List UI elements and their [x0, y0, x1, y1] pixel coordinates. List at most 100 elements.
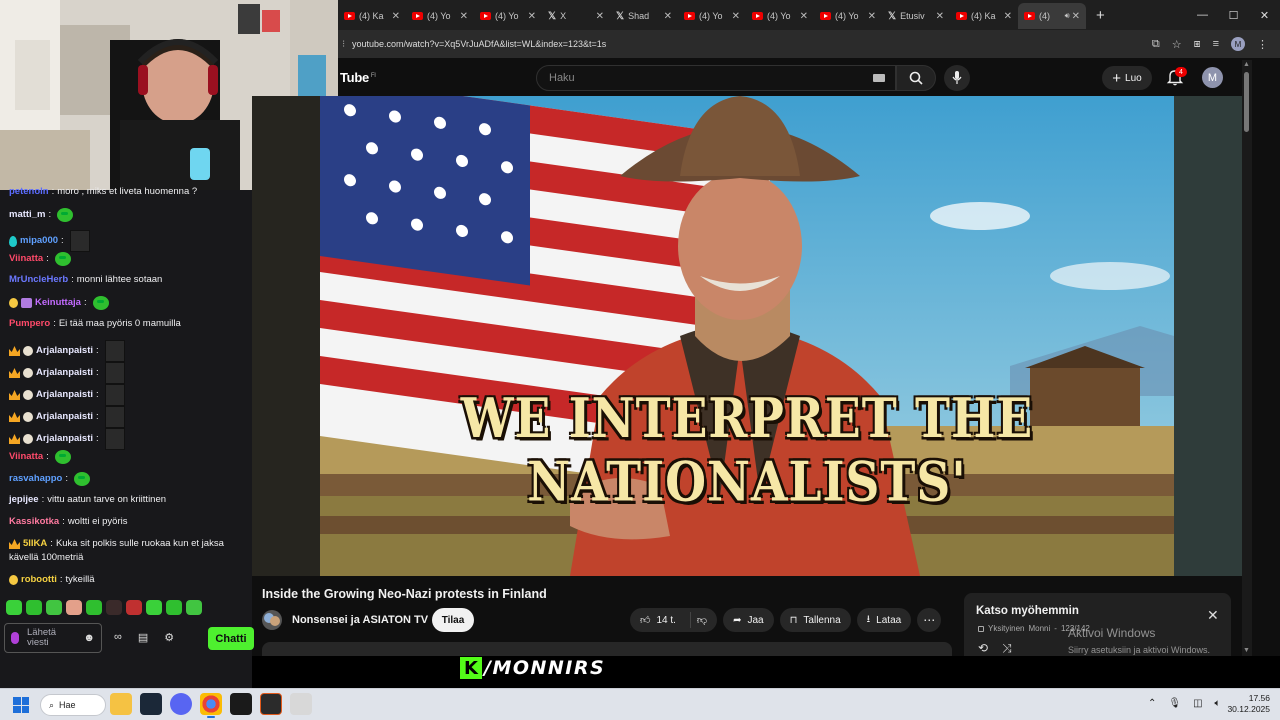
tab-audio-icon[interactable]: 🔊︎: [1065, 11, 1070, 21]
network-icon[interactable]: ◫: [1193, 698, 1202, 709]
browser-tab[interactable]: (4) Ka ✕: [950, 3, 1018, 29]
chat-username[interactable]: Viinatta: [9, 253, 43, 265]
browser-tab[interactable]: (4) Yo ✕: [474, 3, 542, 29]
profile-avatar[interactable]: M: [1231, 37, 1245, 51]
chat-username[interactable]: Arjalanpaisti: [36, 367, 93, 379]
search-button[interactable]: [896, 65, 936, 91]
account-avatar[interactable]: M: [1202, 67, 1223, 88]
emote-icon[interactable]: [126, 600, 142, 615]
scroll-down-icon[interactable]: ▼: [1243, 647, 1250, 654]
volume-icon[interactable]: 🔈︎: [1215, 698, 1221, 709]
close-icon[interactable]: ✕: [1207, 607, 1219, 624]
discord-icon[interactable]: [170, 693, 192, 715]
chat-username[interactable]: Kassikotka: [9, 516, 59, 528]
loop-icon[interactable]: ⟲: [978, 641, 988, 656]
chat-username[interactable]: 5IIKA: [23, 538, 47, 550]
site-info-icon[interactable]: ⁝: [342, 39, 352, 50]
browser-tab[interactable]: (4) Yo ✕: [746, 3, 814, 29]
keyboard-icon[interactable]: [873, 74, 885, 82]
microphone-tray-icon[interactable]: 🎙︎: [1168, 698, 1181, 709]
playlist-title[interactable]: Katso myöhemmin: [976, 605, 1079, 617]
emote-icon[interactable]: [146, 600, 162, 615]
url-field[interactable]: youtube.com/watch?v=Xq5VrJuADfA&list=WL&…: [352, 39, 1152, 49]
thumbs-down-icon[interactable]: 👎︎: [697, 614, 707, 626]
subscribe-button[interactable]: Tilaa: [432, 608, 474, 632]
search-input[interactable]: Haku: [536, 65, 896, 91]
chat-username[interactable]: Arjalanpaisti: [36, 345, 93, 357]
like-count[interactable]: 14 t.: [656, 615, 675, 626]
channel-name[interactable]: Nonsensei ja ASIATON TV: [292, 614, 428, 626]
rustlabs-icon[interactable]: [260, 693, 282, 715]
settings-gear-icon[interactable]: ⚙: [164, 631, 174, 644]
obs-icon[interactable]: [290, 693, 312, 715]
youtube-logo[interactable]: Tube FI: [340, 70, 376, 85]
capcut-icon[interactable]: [230, 693, 252, 715]
close-tab-icon[interactable]: ✕: [1072, 11, 1080, 22]
bookmark-star-icon[interactable]: ☆: [1172, 38, 1182, 51]
shuffle-icon[interactable]: ⤨: [1002, 641, 1012, 656]
browser-tab[interactable]: (4) Yo ✕: [814, 3, 882, 29]
chat-username[interactable]: Arjalanpaisti: [36, 411, 93, 423]
close-tab-icon[interactable]: ✕: [528, 11, 536, 22]
emote-icon[interactable]: [6, 600, 22, 615]
chat-username[interactable]: Arjalanpaisti: [36, 433, 93, 445]
steam-icon[interactable]: [140, 693, 162, 715]
browser-tab[interactable]: (4) 🔊︎ ✕: [1018, 3, 1086, 29]
emote-icon[interactable]: [46, 600, 62, 615]
browser-tab[interactable]: (4) Yo ✕: [678, 3, 746, 29]
scroll-up-icon[interactable]: ▲: [1243, 61, 1250, 68]
close-tab-icon[interactable]: ✕: [392, 11, 400, 22]
media-controls-icon[interactable]: ≡: [1213, 38, 1219, 50]
chat-username[interactable]: Arjalanpaisti: [36, 389, 93, 401]
browser-tab[interactable]: 𝕏 Etusiv ✕: [882, 3, 950, 29]
maximize-icon[interactable]: ☐: [1218, 9, 1249, 22]
file-explorer-icon[interactable]: [110, 693, 132, 715]
tray-chevron-icon[interactable]: ⌃: [1148, 698, 1156, 709]
close-tab-icon[interactable]: ✕: [732, 11, 740, 22]
windows-start-icon[interactable]: [13, 697, 29, 713]
chat-username[interactable]: robootti: [21, 574, 57, 586]
send-chat-button[interactable]: Chatti: [208, 627, 254, 650]
chat-username[interactable]: rasvahappo: [9, 473, 62, 485]
chat-username[interactable]: Viinatta: [9, 451, 43, 463]
chat-username[interactable]: MrUncleHerb: [9, 274, 68, 286]
extensions-icon[interactable]: ⧆: [1194, 38, 1201, 51]
chat-username[interactable]: mipa000: [20, 235, 58, 247]
browser-tab[interactable]: 𝕏 X ✕: [542, 3, 610, 29]
download-button[interactable]: ⭳ Lataa: [856, 608, 912, 632]
taskbar-clock[interactable]: 17.56 30.12.2025: [1226, 693, 1270, 715]
emote-icon[interactable]: [86, 600, 102, 615]
close-window-icon[interactable]: ✕: [1249, 9, 1280, 22]
chat-username[interactable]: Keinuttaja: [35, 297, 81, 309]
browser-tab[interactable]: (4) Ka ✕: [338, 3, 406, 29]
chat-message-input[interactable]: Lähetä viesti ☻: [4, 623, 102, 653]
page-scrollbar[interactable]: ▲ ▼: [1242, 60, 1252, 656]
close-tab-icon[interactable]: ✕: [1004, 11, 1012, 22]
emote-icon[interactable]: [186, 600, 202, 615]
chat-username[interactable]: matti_m: [9, 209, 45, 221]
chat-username[interactable]: jepijee: [9, 494, 39, 506]
save-button[interactable]: ⊓ Tallenna: [779, 608, 851, 632]
emote-icon[interactable]: [166, 600, 182, 615]
close-tab-icon[interactable]: ✕: [664, 11, 672, 22]
create-button[interactable]: + Luo: [1102, 66, 1152, 90]
chat-username[interactable]: petenoln: [9, 186, 49, 198]
chrome-icon[interactable]: [200, 693, 222, 718]
emote-icon[interactable]: [106, 600, 122, 615]
browser-menu-icon[interactable]: ⋮: [1257, 38, 1268, 51]
close-tab-icon[interactable]: ✕: [936, 11, 944, 22]
browser-tab[interactable]: 𝕏 Shad ✕: [610, 3, 678, 29]
browser-tab[interactable]: (4) Yo ✕: [406, 3, 474, 29]
close-tab-icon[interactable]: ✕: [460, 11, 468, 22]
minimize-icon[interactable]: —: [1187, 9, 1218, 22]
new-tab-button[interactable]: +: [1086, 7, 1115, 24]
emote-icon[interactable]: [66, 600, 82, 615]
install-app-icon[interactable]: ⧉: [1152, 38, 1160, 51]
voice-search-button[interactable]: [944, 65, 970, 91]
taskbar-search[interactable]: ⌕ Hae: [40, 694, 106, 716]
microphone-icon[interactable]: [11, 632, 19, 644]
emote-icon[interactable]: [26, 600, 42, 615]
scrollbar-thumb[interactable]: [1244, 72, 1249, 132]
close-tab-icon[interactable]: ✕: [800, 11, 808, 22]
channel-points-icon[interactable]: ∞: [114, 631, 122, 644]
